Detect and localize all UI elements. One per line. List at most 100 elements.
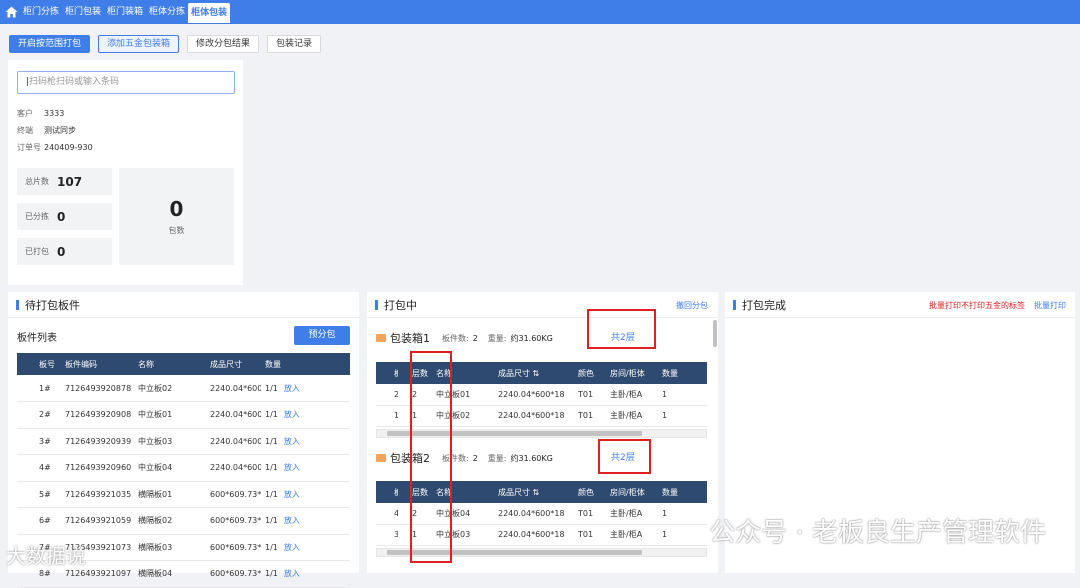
put-in-link[interactable]: 放入 [284,437,300,446]
qty-value: 1/1 [265,383,278,393]
add-hardware-box-button[interactable]: 添加五金包装箱 [98,35,180,53]
box-icon [376,454,386,462]
toolbar: 开启按范围打包 添加五金包装箱 修改分包结果 包装记录 [9,35,322,53]
cell-qty: 1/1 放入 [261,428,350,455]
pending-panel: 待打包板件 板件列表 预分包 板号 板件编码 名称 成品尺寸 数量 1# 7126… [8,292,359,588]
total-stat: 总片数 107 [17,168,112,195]
col-name: 名称 [134,353,206,375]
sorted-value: 0 [57,209,66,224]
tab-door-boxing[interactable]: 柜门装箱 [104,0,146,24]
pieces-value: 2 [472,453,478,463]
col-code: 板件编码 [61,353,134,375]
put-in-link[interactable]: 放入 [284,410,300,419]
order-value: 240409-930 [44,143,93,152]
cell-name: 中立板03 [134,428,206,455]
batch-print-no-hardware-link[interactable]: 批量打印不打印五金的标签 [929,300,1025,311]
packed-label: 已打包 [25,247,49,256]
cell-code: 7126493920878 [61,375,134,402]
cell-name: 中立板04 [134,454,206,482]
vertical-scrollbar[interactable] [713,320,717,347]
tab-door-packing[interactable]: 柜门包装 [62,0,104,24]
pending-title: 待打包板件 [25,298,80,312]
tab-cabinet-sorting[interactable]: 柜体分拣 [146,0,188,24]
cell-qty: 1/1 放入 [261,560,350,588]
table-row: 2#7126493920908中立板012240.04*600*1 1/1 放入 [17,401,350,429]
cell-no: 4# [17,454,61,482]
cell-qty: 1 [658,384,707,406]
scan-input[interactable]: |扫码枪扫码或输入条码 [17,71,235,94]
cell-no: 3# [376,524,398,546]
qty-value: 1/1 [265,542,278,552]
qty-value: 1/1 [265,436,278,446]
title-bar [16,299,19,310]
batch-print-link[interactable]: 批量打印 [1034,300,1066,311]
cell-code: 7126493921059 [61,507,134,535]
prepack-button[interactable]: 预分包 [294,326,350,345]
cell-size: 2240.04*600*18 [494,503,574,525]
home-icon[interactable] [2,0,20,24]
total-value: 107 [57,174,83,189]
cell-code: 7126493920939 [61,428,134,455]
pending-header: 待打包板件 [8,292,359,318]
table-row: 3#7126493920939中立板032240.04*600*1 1/1 放入 [17,428,350,455]
cell-no: 1# [376,405,398,427]
cell-no: 2# [17,401,61,429]
put-in-link[interactable]: 放入 [284,569,300,578]
col-no: 板号 [376,481,398,503]
range-pack-button[interactable]: 开启按范围打包 [9,35,91,53]
list-title: 板件列表 [17,333,57,344]
cell-code: 7126493921035 [61,481,134,508]
cell-code: 7126493920960 [61,454,134,482]
cell-name: 横隔板04 [134,560,206,588]
weight-label: 重量: [487,453,507,463]
put-in-link[interactable]: 放入 [284,490,300,499]
packages-value: 0 [169,197,184,221]
cell-no: 6# [17,507,61,535]
weight-value: 约31.60KG [510,453,553,463]
watermark-secondary: 大数据说 [6,544,86,568]
cell-size: 600*609.73*18 [206,507,261,535]
tab-door-sorting[interactable]: 柜门分拣 [20,0,62,24]
cell-color: T01 [574,384,606,406]
cell-code: 7126493920908 [61,401,134,429]
cell-room: 主卧/柜A [606,503,658,525]
cell-room: 主卧/柜A [606,405,658,427]
packing-header: 打包中 [367,292,718,318]
table-row: 5#7126493921035横隔板01600*609.73*18 1/1 放入 [17,481,350,508]
cell-name: 横隔板01 [134,481,206,508]
put-in-link[interactable]: 放入 [284,516,300,525]
box-icon [376,334,386,342]
customer-label: 客户 [17,109,33,118]
undo-pack-link[interactable]: 撤回分包 [676,300,708,311]
put-in-link[interactable]: 放入 [284,384,300,393]
cell-size: 2240.04*600*18 [494,405,574,427]
cell-qty: 1/1 放入 [261,401,350,429]
qty-value: 1/1 [265,516,278,526]
box-name: 包装箱1 [390,332,430,345]
edit-result-button[interactable]: 修改分包结果 [187,35,260,53]
pack-record-button[interactable]: 包装记录 [267,35,322,53]
qty-value: 1/1 [265,463,278,473]
title-bar [375,299,378,310]
cell-room: 主卧/柜A [606,384,658,406]
cell-size: 2240.04*600*1 [206,454,261,482]
cell-size: 2240.04*600*18 [494,384,574,406]
put-in-link[interactable]: 放入 [284,543,300,552]
cell-no: 2# [376,384,398,406]
col-size: 成品尺寸 ⇅ [494,481,574,503]
done-title: 打包完成 [742,298,786,312]
box-pieces: 板件数: 2 [442,333,478,344]
cell-qty: 1 [658,405,707,427]
table-row: 4#7126493920960中立板042240.04*600*1 1/1 放入 [17,454,350,482]
cell-name: 中立板01 [134,401,206,429]
put-in-link[interactable]: 放入 [284,463,300,472]
watermark: 公众号 · 老板良生产管理软件 [709,518,1046,548]
cell-size: 2240.04*600*1 [206,428,261,455]
tab-cabinet-packing[interactable]: 柜体包装 [188,3,231,23]
cell-name: 中立板02 [134,375,206,402]
qty-value: 1/1 [265,410,278,420]
table-row: 6#7126493921059横隔板02600*609.73*18 1/1 放入 [17,507,350,535]
terminal-value: 测试同步 [44,126,76,135]
cell-room: 主卧/柜A [606,524,658,546]
highlight-box [587,309,656,349]
